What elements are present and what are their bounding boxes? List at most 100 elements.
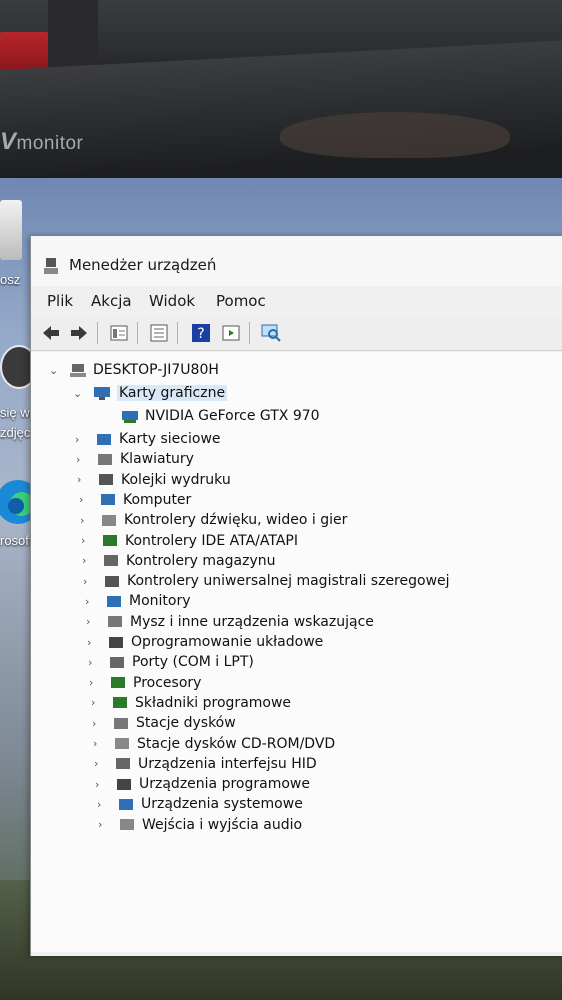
category-label: Kontrolery uniwersalnej magistrali szere… <box>127 573 450 590</box>
tree-category-display-adapters[interactable]: ⌄ Karty graficzne <box>73 383 228 403</box>
category-label: Stacje dysków <box>136 715 236 732</box>
computer-name: DESKTOP-JI7U80H <box>93 362 219 378</box>
device-category-icon <box>113 697 127 709</box>
chevron-right-icon[interactable]: › <box>95 778 105 791</box>
category-label: Kolejki wydruku <box>121 471 231 488</box>
category-label: Wejścia i wyjścia audio <box>142 816 303 833</box>
tree-category[interactable]: › Porty (COM i LPT) <box>88 652 254 672</box>
device-category-icon <box>102 514 116 526</box>
forward-arrow-icon[interactable] <box>69 323 89 343</box>
chevron-right-icon[interactable]: › <box>75 433 85 446</box>
chevron-right-icon[interactable]: › <box>85 595 95 608</box>
tree-category[interactable]: › Stacje dysków CD-ROM/DVD <box>93 734 335 754</box>
device-category-icon <box>101 494 115 506</box>
chevron-right-icon[interactable]: › <box>82 554 92 567</box>
chevron-right-icon[interactable]: › <box>93 737 103 750</box>
title-bar[interactable]: Menedżer urządzeń <box>31 236 562 286</box>
device-category-icon <box>120 819 134 831</box>
properties-view-icon[interactable] <box>109 323 129 343</box>
category-label: Urządzenia programowe <box>139 776 310 793</box>
tree-category[interactable]: › Mysz i inne urządzenia wskazujące <box>86 612 374 632</box>
tree-category[interactable]: › Monitory <box>85 591 191 611</box>
chevron-right-icon[interactable]: › <box>98 818 108 831</box>
device-category-icon <box>103 535 117 546</box>
window-title: Menedżer urządzeń <box>69 256 217 274</box>
device-category-icon <box>109 636 123 648</box>
tree-category[interactable]: › Składniki programowe <box>91 693 291 713</box>
tree-category[interactable]: › Urządzenia systemowe <box>97 794 303 814</box>
category-label: Procesory <box>133 674 202 691</box>
device-category-icon <box>107 595 121 607</box>
chevron-right-icon[interactable]: › <box>77 473 87 486</box>
menu-widok[interactable]: Widok <box>149 292 195 310</box>
tree-category[interactable]: › Procesory <box>89 673 201 693</box>
chevron-right-icon[interactable]: › <box>86 615 96 628</box>
category-label: Karty graficzne <box>117 385 228 401</box>
device-category-icon <box>104 555 118 567</box>
tree-category[interactable]: › Kontrolery uniwersalnej magistrali szer… <box>83 571 450 591</box>
menu-pomoc[interactable]: Pomoc <box>216 292 266 310</box>
list-view-icon[interactable] <box>149 323 169 343</box>
tree-category[interactable]: › Karty sieciowe <box>75 429 221 449</box>
category-label: Urządzenia interfejsu HID <box>138 755 317 772</box>
device-category-icon <box>108 616 122 628</box>
tree-category[interactable]: › Stacje dysków <box>92 713 236 733</box>
desktop-icon-label: zdjęci <box>0 425 34 440</box>
action-icon[interactable] <box>221 323 241 343</box>
tree-category[interactable]: › Kontrolery IDE ATA/ATAPI <box>81 531 298 551</box>
desktop-recycle-bin-icon[interactable] <box>0 200 22 260</box>
tree-category[interactable]: › Oprogramowanie układowe <box>87 632 323 652</box>
chevron-right-icon[interactable]: › <box>92 717 102 730</box>
device-category-icon <box>114 717 128 729</box>
chevron-right-icon[interactable]: › <box>76 453 86 466</box>
monitor-brand-logo: Vmonitor <box>0 128 84 155</box>
chevron-right-icon[interactable]: › <box>88 656 98 669</box>
toolbar-separator <box>177 322 178 344</box>
category-label: Kontrolery IDE ATA/ATAPI <box>125 532 298 549</box>
device-manager-icon <box>44 258 58 274</box>
chevron-right-icon[interactable]: › <box>97 798 107 811</box>
tree-device-gpu[interactable]: NVIDIA GeForce GTX 970 <box>121 406 320 426</box>
chevron-right-icon[interactable]: › <box>81 534 91 547</box>
tree-category[interactable]: › Kolejki wydruku <box>77 470 231 490</box>
chevron-right-icon[interactable]: › <box>83 575 93 588</box>
chevron-right-icon[interactable]: › <box>80 514 90 527</box>
device-category-icon <box>99 474 113 486</box>
category-label: Klawiatury <box>120 451 194 468</box>
back-arrow-icon[interactable] <box>41 323 61 343</box>
category-label: Mysz i inne urządzenia wskazujące <box>130 613 374 630</box>
toolbar-separator <box>249 322 250 344</box>
device-category-icon <box>119 798 133 810</box>
chevron-down-icon[interactable]: ⌄ <box>73 387 83 400</box>
tree-category[interactable]: › Kontrolery magazynu <box>82 551 275 571</box>
help-icon[interactable]: ? <box>191 323 211 343</box>
tree-root-node[interactable]: ⌄ DESKTOP-JI7U80H <box>49 360 219 380</box>
category-label: Porty (COM i LPT) <box>132 654 254 671</box>
device-category-icon <box>115 738 129 749</box>
menu-bar: Plik Akcja Widok Pomoc <box>31 288 562 314</box>
chevron-right-icon[interactable]: › <box>79 493 89 506</box>
chevron-right-icon[interactable]: › <box>87 636 97 649</box>
tree-category[interactable]: › Kontrolery dźwięku, wideo i gier <box>80 510 347 530</box>
menu-akcja[interactable]: Akcja <box>91 292 132 310</box>
svg-text:?: ? <box>197 326 204 342</box>
category-label: Karty sieciowe <box>119 431 221 447</box>
tree-category[interactable]: › Wejścia i wyjścia audio <box>98 815 302 835</box>
device-category-icon <box>110 656 124 668</box>
tree-category[interactable]: › Komputer <box>79 490 191 510</box>
toolbar-separator <box>137 322 138 344</box>
chevron-right-icon[interactable]: › <box>91 696 101 709</box>
display-adapter-icon <box>94 386 110 400</box>
chevron-down-icon[interactable]: ⌄ <box>49 364 59 377</box>
tree-category[interactable]: › Klawiatury <box>76 449 194 469</box>
menu-plik[interactable]: Plik <box>47 292 73 310</box>
scan-hardware-icon[interactable] <box>261 323 281 343</box>
device-manager-window: Menedżer urządzeń Plik Akcja Widok Pomoc <box>30 236 562 956</box>
category-label: Kontrolery dźwięku, wideo i gier <box>124 512 348 529</box>
category-label: Monitory <box>129 593 191 610</box>
chevron-right-icon[interactable]: › <box>94 757 104 770</box>
tree-category[interactable]: › Urządzenia interfejsu HID <box>94 754 317 774</box>
chevron-right-icon[interactable]: › <box>89 676 99 689</box>
category-label: Kontrolery magazynu <box>126 552 276 569</box>
tree-category[interactable]: › Urządzenia programowe <box>95 774 310 794</box>
